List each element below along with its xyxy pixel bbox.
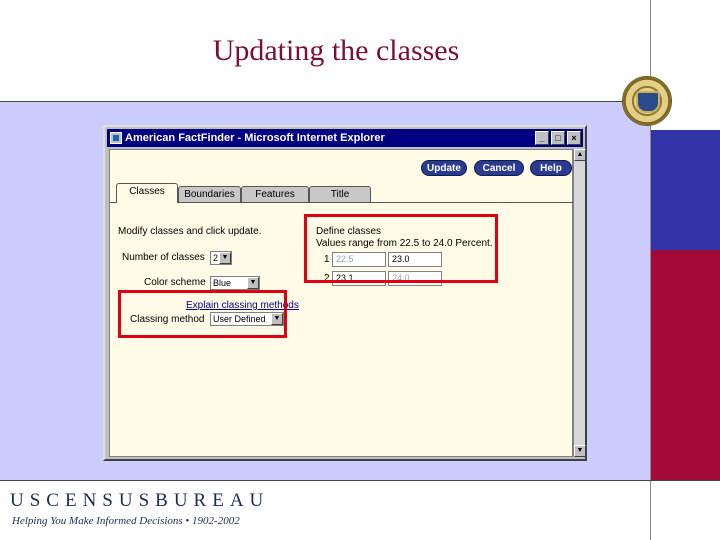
census-seal-icon bbox=[622, 76, 672, 126]
define-classes-highlight bbox=[304, 214, 498, 283]
color-scheme-label: Color scheme bbox=[144, 277, 206, 288]
chevron-down-icon: ▼ bbox=[219, 252, 231, 264]
minimize-button[interactable]: _ bbox=[535, 131, 549, 145]
scroll-down-icon[interactable]: ▼ bbox=[574, 445, 586, 457]
close-button[interactable]: × bbox=[567, 131, 581, 145]
seal-shield-icon bbox=[636, 91, 660, 113]
footer-tagline: Helping You Make Informed Decisions • 19… bbox=[12, 515, 240, 527]
tab-boundaries[interactable]: Boundaries bbox=[178, 186, 241, 202]
window-title: American FactFinder - Microsoft Internet… bbox=[125, 132, 385, 144]
tab-title[interactable]: Title bbox=[309, 186, 371, 202]
tab-strip-border bbox=[110, 202, 574, 203]
ie-icon bbox=[110, 132, 122, 144]
footer-organization: USCENSUSBUREAU bbox=[10, 490, 270, 511]
help-button[interactable]: Help bbox=[530, 160, 572, 176]
update-button[interactable]: Update bbox=[421, 160, 467, 176]
bottom-divider bbox=[0, 480, 720, 481]
num-classes-label: Number of classes bbox=[122, 252, 205, 263]
chevron-down-icon: ▼ bbox=[247, 277, 259, 289]
accent-red-strip bbox=[650, 250, 720, 480]
accent-blue-strip bbox=[650, 130, 720, 250]
instruction-text: Modify classes and click update. bbox=[118, 226, 262, 237]
vertical-scrollbar[interactable]: ▲ ▼ bbox=[573, 149, 586, 457]
classing-method-highlight bbox=[118, 290, 287, 338]
num-classes-select[interactable]: 2 ▼ bbox=[210, 251, 232, 265]
tab-features[interactable]: Features bbox=[241, 186, 309, 202]
slide-title: Updating the classes bbox=[212, 34, 460, 67]
color-scheme-select[interactable]: Blue ▼ bbox=[210, 276, 260, 290]
scroll-up-icon[interactable]: ▲ bbox=[574, 149, 586, 161]
cancel-button[interactable]: Cancel bbox=[474, 160, 524, 176]
maximize-button[interactable]: □ bbox=[551, 131, 565, 145]
tab-classes[interactable]: Classes bbox=[116, 183, 178, 203]
window-titlebar[interactable]: American FactFinder - Microsoft Internet… bbox=[107, 129, 583, 147]
